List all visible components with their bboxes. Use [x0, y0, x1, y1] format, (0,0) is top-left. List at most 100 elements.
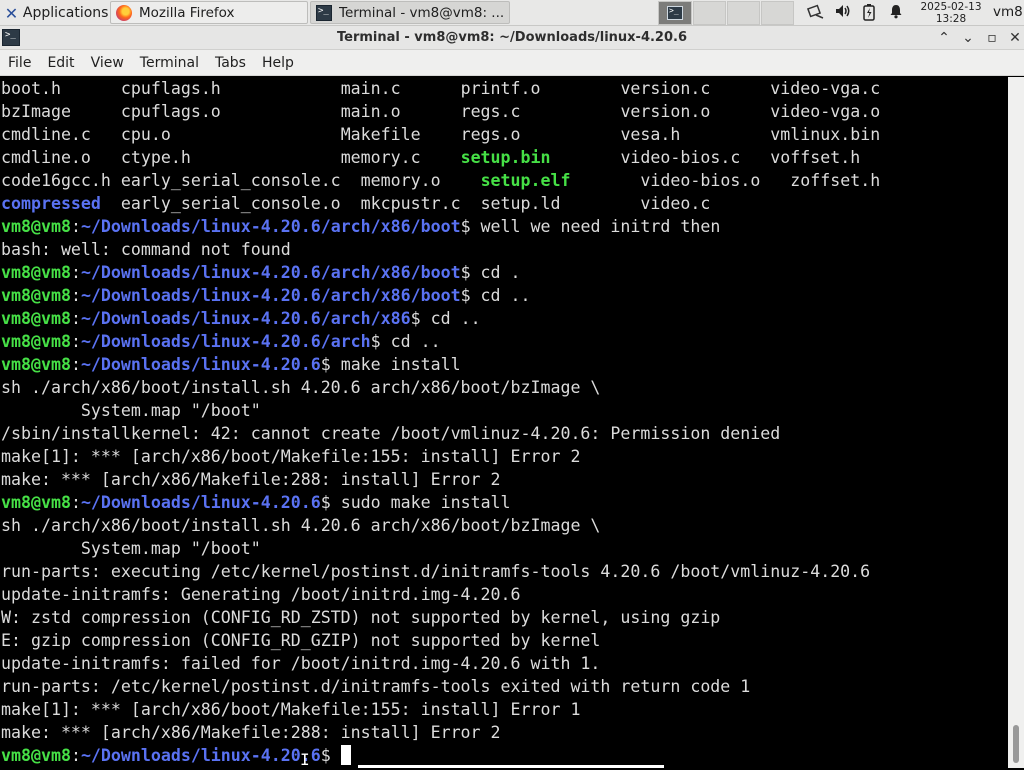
- terminal-line: vm8@vm8:~/Downloads/linux-4.20.6/arch/x8…: [1, 307, 880, 330]
- text-cursor: [340, 745, 351, 765]
- window-title: Terminal - vm8@vm8: ~/Downloads/linux-4.…: [337, 30, 687, 45]
- menu-file[interactable]: File: [0, 55, 39, 71]
- terminal-line: bzImage cpuflags.o main.o regs.c version…: [1, 100, 880, 123]
- menu-tabs[interactable]: Tabs: [207, 55, 254, 71]
- terminal-text-segment: $ make install: [320, 355, 461, 374]
- terminal-text-segment: video-vga.c: [770, 79, 881, 98]
- terminal-text-segment: :: [70, 746, 81, 765]
- terminal-text-segment: :: [70, 286, 81, 305]
- terminal-text-segment: memory.c: [340, 148, 461, 167]
- scrollbar-thumb[interactable]: [1013, 725, 1019, 763]
- menu-help[interactable]: Help: [254, 55, 302, 71]
- terminal-text: boot.h cpuflags.h main.c printf.o versio…: [1, 77, 880, 767]
- terminal-text-segment: video-bios.o: [640, 171, 791, 190]
- terminal-line: vm8@vm8:~/Downloads/linux-4.20.6$: [1, 744, 880, 767]
- terminal-text-segment: vmlinux.bin: [770, 125, 881, 144]
- terminal-text-segment: main.c: [340, 79, 461, 98]
- terminal-line: System.map "/boot": [1, 399, 880, 422]
- terminal-text-segment: :: [70, 309, 81, 328]
- terminal-line: vm8@vm8:~/Downloads/linux-4.20.6/arch/x8…: [1, 261, 880, 284]
- terminal-text-segment: cmdline.o: [1, 148, 121, 167]
- terminal-text-segment: video-bios.c: [620, 148, 771, 167]
- panel-clock[interactable]: 2025-02-13 13:28: [912, 0, 990, 25]
- user-menu-button[interactable]: vm8: [993, 4, 1023, 20]
- terminal-text-segment: $ cd ..: [410, 309, 481, 328]
- terminal-text-segment: :: [70, 355, 81, 374]
- terminal-text-segment: cpu.o: [120, 125, 221, 144]
- close-window-button[interactable]: ✕: [1005, 28, 1024, 48]
- terminal-output-area[interactable]: boot.h cpuflags.h main.c printf.o versio…: [0, 77, 1008, 768]
- menu-terminal[interactable]: Terminal: [132, 55, 207, 71]
- terminal-text-segment: $ cd ..: [460, 286, 531, 305]
- terminal-text-segment: run-parts: /etc/kernel/postinst.d/initra…: [1, 677, 751, 696]
- terminal-line: make: *** [arch/x86/Makefile:288: instal…: [1, 721, 880, 744]
- terminal-line: W: zstd compression (CONFIG_RD_ZSTD) not…: [1, 606, 880, 629]
- terminal-line: sh ./arch/x86/boot/install.sh 4.20.6 arc…: [1, 514, 880, 537]
- workspace-1-button[interactable]: [658, 1, 692, 25]
- battery-icon[interactable]: [859, 3, 879, 23]
- maximize-window-button[interactable]: ▫: [982, 28, 1002, 48]
- prompt-path: ~/Downloads/linux-4.20.6/arch: [80, 332, 371, 351]
- terminal-line: /sbin/installkernel: 42: cannot create /…: [1, 422, 880, 445]
- terminal-icon: [316, 4, 332, 21]
- terminal-text-segment: System.map "/boot": [1, 539, 261, 558]
- firefox-icon: [116, 4, 132, 21]
- taskbar-button-label: Mozilla Firefox: [139, 4, 235, 21]
- workspace-3-button[interactable]: [727, 1, 760, 25]
- terminal-line: E: gzip compression (CONFIG_RD_GZIP) not…: [1, 629, 880, 652]
- prompt-user: vm8@vm8: [1, 286, 71, 305]
- prompt-path: ~/Downloads/linux-4.20.6: [80, 746, 321, 765]
- menu-edit[interactable]: Edit: [39, 55, 82, 71]
- terminal-text-segment: regs.o: [460, 125, 621, 144]
- terminal-text-segment: printf.o: [460, 79, 621, 98]
- clock-date: 2025-02-13: [920, 1, 982, 13]
- terminal-line: update-initramfs: Generating /boot/initr…: [1, 583, 880, 606]
- clock-time: 13:28: [935, 13, 967, 25]
- terminal-text-segment: version.c: [620, 79, 771, 98]
- terminal-text-segment: make: *** [arch/x86/Makefile:288: instal…: [1, 470, 501, 489]
- volume-icon[interactable]: [833, 3, 853, 23]
- terminal-scrollbar[interactable]: [1008, 77, 1024, 768]
- prompt-path: ~/Downloads/linux-4.20.6: [80, 355, 321, 374]
- prompt-path: compressed: [1, 194, 101, 213]
- terminal-text-segment: update-initramfs: Generating /boot/initr…: [1, 585, 521, 604]
- workspace-2-button[interactable]: [693, 1, 726, 25]
- terminal-line: boot.h cpuflags.h main.c printf.o versio…: [1, 77, 880, 100]
- terminal-text-segment: sh ./arch/x86/boot/install.sh 4.20.6 arc…: [1, 378, 601, 397]
- terminal-text-segment: cpuflags.h: [120, 79, 221, 98]
- terminal-text-segment: :: [70, 332, 81, 351]
- terminal-text-segment: memory.o: [360, 171, 481, 190]
- prompt-user: vm8@vm8: [1, 355, 71, 374]
- network-icon[interactable]: [806, 3, 826, 23]
- notification-bell-icon[interactable]: [886, 3, 906, 23]
- terminal-text-segment: /sbin/installkernel: 42: cannot create /…: [1, 424, 781, 443]
- terminal-text-segment: :: [70, 263, 81, 282]
- terminal-line: bash: well: command not found: [1, 238, 880, 261]
- terminal-line: vm8@vm8:~/Downloads/linux-4.20.6/arch/x8…: [1, 215, 880, 238]
- menu-view[interactable]: View: [83, 55, 132, 71]
- terminal-line: make[1]: *** [arch/x86/boot/Makefile:155…: [1, 445, 880, 468]
- terminal-line: cmdline.o ctype.h memory.c setup.bin vid…: [1, 146, 880, 169]
- window-titlebar[interactable]: Terminal - vm8@vm8: ~/Downloads/linux-4.…: [0, 26, 1024, 50]
- terminal-text-segment: early_serial_console.o: [120, 194, 361, 213]
- shade-window-button[interactable]: ⌃: [934, 28, 954, 48]
- taskbar-button-terminal[interactable]: Terminal - vm8@vm8: ...: [310, 1, 510, 24]
- terminal-text-segment: sh ./arch/x86/boot/install.sh 4.20.6 arc…: [1, 516, 601, 535]
- applications-menu-button[interactable]: ✕ Applications: [0, 0, 108, 26]
- terminal-line: update-initramfs: failed for /boot/initr…: [1, 652, 880, 675]
- terminal-line: run-parts: /etc/kernel/postinst.d/initra…: [1, 675, 880, 698]
- minimize-window-button[interactable]: ⌄: [958, 28, 978, 48]
- taskbar-button-firefox[interactable]: Mozilla Firefox: [110, 1, 308, 24]
- workspace-4-button[interactable]: [761, 1, 794, 25]
- terminal-text-segment: make[1]: *** [arch/x86/boot/Makefile:155…: [1, 447, 581, 466]
- prompt-user: vm8@vm8: [1, 217, 71, 236]
- terminal-text-segment: run-parts: executing /etc/kernel/postins…: [1, 562, 871, 581]
- terminal-text-segment: W: zstd compression (CONFIG_RD_ZSTD) not…: [1, 608, 721, 627]
- terminal-text-segment: boot.h: [1, 79, 121, 98]
- terminal-text-segment: $ cd .: [460, 263, 521, 282]
- terminal-text-segment: cpuflags.o: [120, 102, 221, 121]
- terminal-text-segment: zoffset.h: [790, 171, 881, 190]
- terminal-text-segment: video-vga.o: [770, 102, 881, 121]
